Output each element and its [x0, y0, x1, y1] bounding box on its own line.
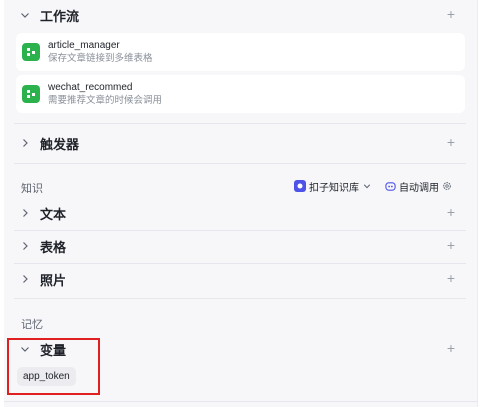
- divider: [14, 163, 466, 164]
- knowledge-item-title: 表格: [40, 239, 67, 255]
- workflow-name: wechat_recommed: [48, 82, 133, 93]
- highlight-box: [7, 338, 100, 395]
- knowledge-section-title: 知识: [21, 183, 43, 195]
- divider: [4, 401, 478, 402]
- chevron-right-icon[interactable]: [18, 272, 32, 286]
- workflow-section-title: 工作流: [40, 8, 80, 24]
- plus-icon[interactable]: +: [444, 205, 458, 219]
- plus-icon[interactable]: +: [444, 341, 458, 355]
- knowledge-item-text[interactable]: 文本 +: [14, 198, 466, 228]
- knowledge-item-photo[interactable]: 照片 +: [14, 264, 466, 294]
- workflow-card-wechat-recommed[interactable]: wechat_recommed 需要推荐文章的时候会调用: [16, 75, 465, 113]
- knowledge-item-title: 照片: [40, 272, 67, 288]
- workflow-description: 保存文章链接到多维表格: [48, 53, 153, 64]
- plus-icon[interactable]: +: [444, 238, 458, 252]
- divider: [14, 298, 466, 299]
- auto-call-icon: [385, 181, 396, 192]
- trigger-section-header[interactable]: 触发器 +: [14, 128, 466, 158]
- workflow-card-article-manager[interactable]: article_manager 保存文章链接到多维表格: [16, 33, 465, 71]
- gear-icon[interactable]: [442, 181, 452, 191]
- plus-icon[interactable]: +: [444, 271, 458, 285]
- workflow-icon: [22, 43, 40, 61]
- chevron-right-icon[interactable]: [18, 239, 32, 253]
- workflow-name: article_manager: [48, 40, 120, 51]
- workflow-section-header[interactable]: 工作流 +: [14, 0, 466, 30]
- chevron-down-icon[interactable]: [18, 8, 32, 22]
- chevron-right-icon[interactable]: [18, 206, 32, 220]
- workflow-description: 需要推荐文章的时候会调用: [48, 95, 163, 106]
- divider: [14, 123, 466, 124]
- chevron-right-icon[interactable]: [18, 136, 32, 150]
- knowledge-base-icon: [294, 180, 306, 192]
- trigger-section-title: 触发器: [40, 136, 80, 152]
- chevron-down-icon[interactable]: [363, 182, 371, 190]
- knowledge-item-table[interactable]: 表格 +: [14, 231, 466, 261]
- kb-selector-label[interactable]: 扣子知识库: [309, 179, 359, 194]
- memory-section-title: 记忆: [21, 319, 43, 331]
- knowledge-item-title: 文本: [40, 206, 67, 222]
- plus-icon[interactable]: +: [444, 135, 458, 149]
- plus-icon[interactable]: +: [444, 7, 458, 21]
- auto-call-label[interactable]: 自动调用: [399, 179, 439, 194]
- workflow-icon: [22, 85, 40, 103]
- knowledge-toolbar: 扣子知识库 自动调用: [294, 178, 452, 194]
